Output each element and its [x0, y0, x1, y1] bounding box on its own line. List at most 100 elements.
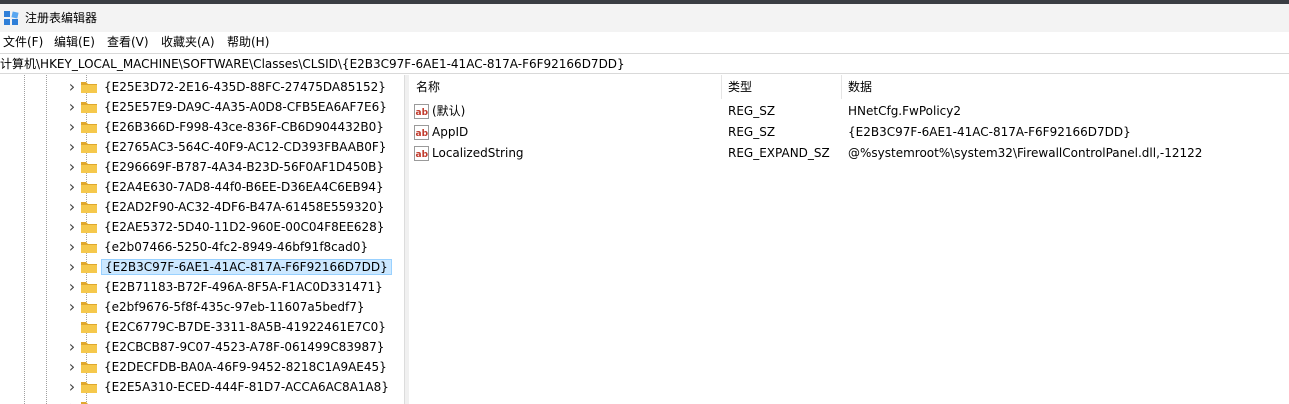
chevron-right-icon[interactable]: ›	[66, 339, 78, 355]
chevron-right-icon[interactable]: ›	[66, 159, 78, 175]
tree-item-label[interactable]: {E2CBCB87-9C07-4523-A78F-061499C83987}	[101, 339, 387, 355]
tree-item-label[interactable]: {E26B366D-F998-43ce-836F-CB6D904432B0}	[101, 119, 387, 135]
tree-item[interactable]: › {E2AE5372-5D40-11D2-960E-00C04F8EE628}	[0, 217, 404, 237]
column-separator[interactable]	[721, 75, 722, 99]
folder-icon	[81, 222, 97, 233]
tree-item[interactable]: › {E25E3D72-2E16-435D-88FC-27475DA85152}	[0, 77, 404, 97]
folder-icon	[81, 82, 97, 93]
tree-item-label[interactable]: {E25E57E9-DA9C-4A35-A0D8-CFB5EA6AF7E6}	[101, 99, 390, 115]
tree-item-label[interactable]: {E25E3D72-2E16-435D-88FC-27475DA85152}	[101, 79, 389, 95]
tree-item[interactable]: › {E2A4E630-7AD8-44f0-B6EE-D36EA4C6EB94}	[0, 177, 404, 197]
chevron-right-icon[interactable]: ›	[66, 239, 78, 255]
chevron-right-icon[interactable]: ›	[66, 379, 78, 395]
tree-item[interactable]: › {E2B71183-B72F-496A-8F5A-F1AC0D331471}	[0, 277, 404, 297]
folder-icon	[81, 102, 97, 113]
chevron-right-icon[interactable]: ›	[66, 359, 78, 375]
tree-item-label[interactable]: {E2765AC3-564C-40F9-AC12-CD393FBAAB0F}	[101, 139, 389, 155]
address-path[interactable]: 计算机\HKEY_LOCAL_MACHINE\SOFTWARE\Classes\…	[0, 57, 625, 71]
value-name: (默认)	[432, 104, 466, 118]
menu-view[interactable]: 查看(V)	[107, 35, 149, 50]
folder-icon	[81, 182, 97, 193]
tree-item[interactable]: › {E2765AC3-564C-40F9-AC12-CD393FBAAB0F}	[0, 137, 404, 157]
folder-icon	[81, 262, 97, 273]
window-title: 注册表编辑器	[25, 11, 98, 25]
tree-item-label[interactable]: {E2B71183-B72F-496A-8F5A-F1AC0D331471}	[101, 279, 386, 295]
folder-icon	[81, 302, 97, 313]
chevron-right-icon[interactable]: ›	[66, 79, 78, 95]
folder-icon	[81, 342, 97, 353]
tree-item-label[interactable]	[101, 399, 107, 404]
value-data: HNetCfg.FwPolicy2	[848, 104, 961, 118]
folder-icon	[81, 282, 97, 293]
column-separator[interactable]	[841, 75, 842, 99]
tree-item-label[interactable]: {E2C6779C-B7DE-3311-8A5B-41922461E7C0}	[101, 319, 389, 335]
column-header-type[interactable]: 类型	[728, 75, 753, 99]
value-type: REG_SZ	[728, 125, 776, 139]
value-type: REG_SZ	[728, 104, 776, 118]
tree-item-label[interactable]: {E2AE5372-5D40-11D2-960E-00C04F8EE628}	[101, 219, 387, 235]
value-type: REG_EXPAND_SZ	[728, 146, 830, 160]
address-bar[interactable]: 计算机\HKEY_LOCAL_MACHINE\SOFTWARE\Classes\…	[0, 53, 1289, 74]
tree-item-label[interactable]: {E296669F-B787-4A34-B23D-56F0AF1D450B}	[101, 159, 387, 175]
registry-editor-icon	[4, 11, 19, 25]
string-value-icon: ab	[414, 125, 429, 140]
tree-item[interactable]: › {E2CBCB87-9C07-4523-A78F-061499C83987}	[0, 337, 404, 357]
tree-item-label[interactable]: {e2b07466-5250-4fc2-8949-46bf91f8cad0}	[101, 239, 371, 255]
tree-item-label[interactable]: {E2A4E630-7AD8-44f0-B6EE-D36EA4C6EB94}	[101, 179, 387, 195]
column-header-data[interactable]: 数据	[848, 75, 873, 99]
tree-item-label[interactable]: {E2AD2F90-AC32-4DF6-B47A-61458E559320}	[101, 199, 387, 215]
menu-edit[interactable]: 编辑(E)	[54, 35, 95, 50]
tree-item[interactable]: › {E2AD2F90-AC32-4DF6-B47A-61458E559320}	[0, 197, 404, 217]
value-row[interactable]: ab (默认) REG_SZ HNetCfg.FwPolicy2	[409, 101, 1289, 122]
value-data: @%systemroot%\system32\FirewallControlPa…	[848, 146, 1203, 160]
chevron-right-icon[interactable]: ›	[66, 199, 78, 215]
svg-text:ab: ab	[416, 108, 429, 118]
chevron-right-icon[interactable]: ›	[66, 119, 78, 135]
column-header-name[interactable]: 名称	[416, 75, 441, 99]
value-row[interactable]: ab LocalizedString REG_EXPAND_SZ @%systemro…	[409, 143, 1289, 164]
tree-item-label[interactable]: {e2bf9676-5f8f-435c-97eb-11607a5bedf7}	[101, 299, 367, 315]
chevron-right-icon[interactable]: ›	[66, 179, 78, 195]
tree-item[interactable]: › {e2bf9676-5f8f-435c-97eb-11607a5bedf7}	[0, 297, 404, 317]
tree-item[interactable]: › {E2B3C97F-6AE1-41AC-817A-F6F92166D7DD}	[0, 257, 404, 277]
folder-icon	[81, 402, 97, 404]
menu-help[interactable]: 帮助(H)	[227, 35, 269, 50]
tree-item[interactable]: {E2C6779C-B7DE-3311-8A5B-41922461E7C0}	[0, 317, 404, 337]
values-pane[interactable]: 名称 类型 数据 ab (默认) REG_SZ HNetCfg.FwPolicy2 ab…	[409, 75, 1289, 404]
folder-icon	[81, 242, 97, 253]
value-name: AppID	[432, 125, 469, 139]
chevron-right-icon[interactable]: ›	[66, 399, 78, 404]
value-row[interactable]: ab AppID REG_SZ {E2B3C97F-6AE1-41AC-817A-F6…	[409, 122, 1289, 143]
menu-favorites[interactable]: 收藏夹(A)	[161, 35, 215, 50]
string-value-icon: ab	[414, 104, 429, 119]
chevron-right-icon[interactable]: ›	[66, 279, 78, 295]
svg-text:ab: ab	[416, 129, 429, 139]
menu-bar: 文件(F) 编辑(E) 查看(V) 收藏夹(A) 帮助(H)	[0, 32, 1289, 53]
chevron-right-icon[interactable]: ›	[66, 219, 78, 235]
title-bar[interactable]: 注册表编辑器	[0, 4, 1289, 32]
tree-item-label[interactable]: {E2DECFDB-BA0A-46F9-9452-8218C1A9AE45}	[101, 359, 390, 375]
tree-item[interactable]: › {E296669F-B787-4A34-B23D-56F0AF1D450B}	[0, 157, 404, 177]
svg-text:ab: ab	[416, 150, 429, 160]
chevron-right-icon[interactable]: ›	[66, 299, 78, 315]
tree-item[interactable]: › {e2b07466-5250-4fc2-8949-46bf91f8cad0}	[0, 237, 404, 257]
chevron-right-icon[interactable]: ›	[66, 259, 78, 275]
tree-item[interactable]: › {E2DECFDB-BA0A-46F9-9452-8218C1A9AE45}	[0, 357, 404, 377]
tree-item-label[interactable]: {E2B3C97F-6AE1-41AC-817A-F6F92166D7DD}	[101, 259, 392, 275]
menu-file[interactable]: 文件(F)	[3, 35, 43, 50]
chevron-right-icon[interactable]: ›	[66, 139, 78, 155]
folder-icon	[81, 322, 97, 333]
folder-icon	[81, 202, 97, 213]
tree-item[interactable]: › {E26B366D-F998-43ce-836F-CB6D904432B0}	[0, 117, 404, 137]
value-name: LocalizedString	[432, 146, 524, 160]
folder-icon	[81, 142, 97, 153]
tree-item-label[interactable]: {E2E5A310-ECED-444F-81D7-ACCA6AC8A1A8}	[101, 379, 392, 395]
folder-icon	[81, 122, 97, 133]
string-value-icon: ab	[414, 146, 429, 161]
value-data: {E2B3C97F-6AE1-41AC-817A-F6F92166D7DD}	[848, 125, 1131, 139]
chevron-right-icon[interactable]: ›	[66, 99, 78, 115]
tree-item[interactable]: ›	[0, 397, 404, 404]
tree-item[interactable]: › {E2E5A310-ECED-444F-81D7-ACCA6AC8A1A8}	[0, 377, 404, 397]
key-tree-pane[interactable]: › {E25E3D72-2E16-435D-88FC-27475DA85152} ›…	[0, 75, 404, 404]
tree-item[interactable]: › {E25E57E9-DA9C-4A35-A0D8-CFB5EA6AF7E6}	[0, 97, 404, 117]
